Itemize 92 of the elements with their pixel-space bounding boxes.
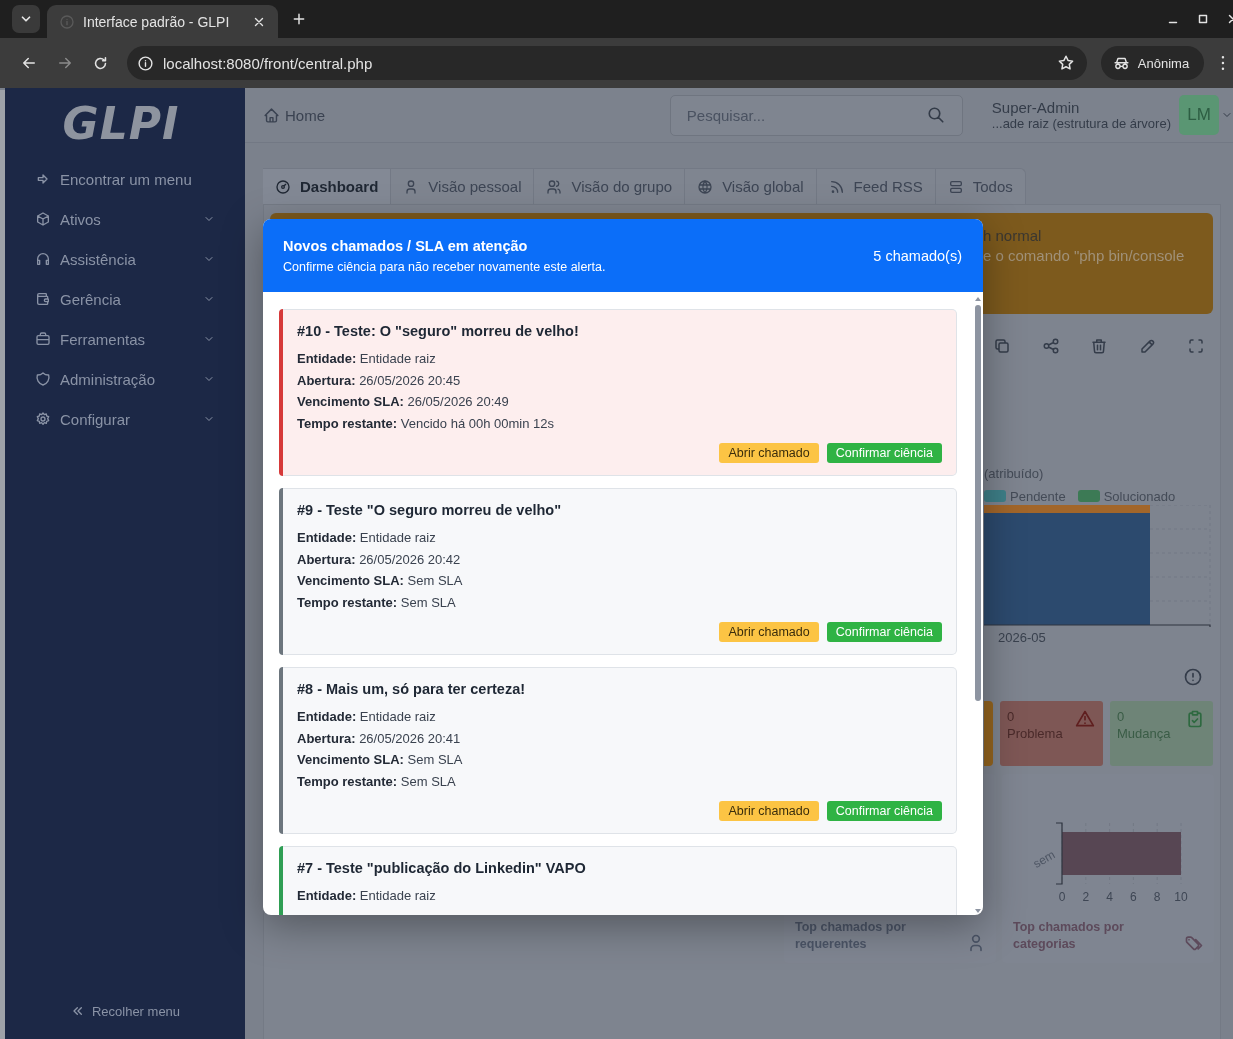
home-link[interactable]: Home: [263, 106, 325, 124]
trash-icon[interactable]: [1090, 337, 1108, 355]
menu-item[interactable]: Assistência: [5, 239, 245, 279]
legend-label: Pendente: [1010, 488, 1066, 504]
ticket-field: Entidade: Entidade raiz: [297, 527, 942, 549]
search-icon[interactable]: [926, 105, 945, 124]
alert-text: e o comando "php bin/console: [983, 247, 1185, 264]
chart-title: (atribuído): [984, 466, 1044, 481]
menu-item[interactable]: Ferramentas: [5, 319, 245, 359]
menu-item[interactable]: Ativos: [5, 199, 245, 239]
rss-icon: [828, 178, 845, 195]
tab-search-button[interactable]: [12, 5, 40, 33]
maximize-icon[interactable]: [1196, 12, 1210, 26]
ticket-title: #9 - Teste "O seguro morreu de velho": [297, 502, 563, 518]
open-ticket-button[interactable]: Abrir chamado: [719, 622, 819, 642]
collapse-menu-button[interactable]: Recolher menu: [5, 981, 245, 1039]
warning-icon: [1075, 709, 1095, 729]
reload-icon[interactable]: [92, 54, 109, 72]
profile-button[interactable]: Anônima: [1100, 46, 1205, 80]
menu-item[interactable]: Administração: [5, 359, 245, 399]
tab[interactable]: Todos: [935, 168, 1026, 204]
headset-icon: [35, 251, 51, 267]
rows-icon: [947, 178, 964, 195]
open-ticket-button[interactable]: Abrir chamado: [719, 801, 819, 821]
tick-label: 10: [1174, 890, 1188, 904]
tab[interactable]: Visão global: [685, 168, 817, 204]
confirm-button[interactable]: Confirmar ciência: [826, 443, 942, 463]
modal-subtitle: Confirme ciência para não receber novamente este alerta.: [283, 259, 607, 274]
legend-label: Solucionado: [1103, 488, 1176, 504]
ticket-field: Vencimento SLA: Sem SLA: [297, 749, 942, 771]
tick-label: 0: [1058, 890, 1066, 904]
users-icon: [546, 178, 563, 195]
menu-item[interactable]: Encontrar um menu: [5, 159, 245, 199]
tick-label: 2: [1082, 890, 1090, 904]
shield-icon: [35, 371, 51, 387]
ticket-field: Entidade: Entidade raiz: [297, 885, 942, 907]
alert-title: h normal: [983, 227, 1042, 244]
user-entity: ...ade raiz (estrutura de árvore): [991, 116, 1171, 131]
user-name: Super-Admin: [991, 99, 1081, 116]
gauge-icon: [275, 178, 291, 195]
tick-label: 8: [1153, 890, 1161, 904]
favicon-icon: [59, 13, 75, 30]
tab[interactable]: Feed RSS: [816, 168, 936, 204]
widget-title: Top chamados por categorias: [1013, 919, 1125, 953]
settings-icon: [35, 411, 51, 427]
ticket-field: Abertura: 26/05/2026 20:45: [297, 369, 942, 391]
ticket-title: #10 - Teste: O "seguro" morreu de velho!: [297, 323, 580, 339]
copy-icon[interactable]: [993, 337, 1011, 355]
tab[interactable]: Visão pessoal: [391, 168, 535, 204]
new-tab-icon[interactable]: [291, 11, 307, 27]
ticket-title: #7 - Teste "publicação do Linkedin" VAPO: [297, 860, 587, 876]
tab[interactable]: Dashboard: [263, 168, 392, 204]
y-axis: [1055, 822, 1063, 885]
scrollbar[interactable]: [974, 296, 982, 915]
info-icon[interactable]: [137, 54, 154, 72]
tick-label: 4: [1106, 890, 1113, 904]
edit-icon[interactable]: [1138, 337, 1157, 355]
ticket-field: Tempo restante: Sem SLA: [297, 770, 942, 792]
globe-icon: [697, 178, 714, 195]
clipboard-check-icon: [1185, 709, 1205, 729]
star-icon[interactable]: [1056, 54, 1075, 72]
ticket-field: Entidade: Entidade raiz: [297, 706, 942, 728]
address-field[interactable]: localhost:8080/front/central.php: [127, 46, 1087, 80]
ticket-field: Tempo restante: Sem SLA: [297, 591, 942, 613]
ticket-field: Abertura: 26/05/2026 20:41: [297, 727, 942, 749]
wallet-icon: [35, 291, 51, 307]
ticket-field: Entidade: Entidade raiz: [297, 348, 942, 370]
tick-label: 6: [1130, 890, 1137, 904]
counter-card: [984, 701, 993, 766]
ticket-field: Tempo restante: Vencido há 00h 00min 12s: [297, 412, 942, 434]
share-icon[interactable]: [1041, 337, 1060, 355]
home-icon: [263, 106, 280, 124]
confirm-button[interactable]: Confirmar ciência: [826, 622, 942, 642]
axis-label: 2026-05: [998, 630, 1046, 645]
ticket-title: #8 - Mais um, só para ter certeza!: [297, 681, 527, 697]
modal-title: Novos chamados / SLA em atenção: [283, 237, 529, 254]
fullscreen-icon[interactable]: [1187, 337, 1205, 355]
menu-item[interactable]: Configurar: [5, 399, 245, 439]
tags-icon: [1184, 933, 1204, 953]
ticket-field: Vencimento SLA: 26/05/2026 20:49: [297, 391, 942, 413]
briefcase-icon: [35, 331, 51, 347]
ticket-field: Vencimento SLA: Sem SLA: [297, 570, 942, 592]
tab[interactable]: Visão do grupo: [534, 168, 686, 204]
ticket-count: 5 chamado(s): [873, 247, 962, 264]
box-icon: [35, 211, 51, 227]
confirm-button[interactable]: Confirmar ciência: [826, 801, 942, 821]
ticket-field: Abertura: 26/05/2026 20:42: [297, 548, 942, 570]
menu-item[interactable]: Gerência: [5, 279, 245, 319]
browser-tab[interactable]: Interface padrão - GLPI: [47, 5, 278, 38]
alert-icon: [1183, 667, 1203, 687]
open-ticket-button[interactable]: Abrir chamado: [719, 443, 819, 463]
app-logo[interactable]: GLPI: [62, 98, 188, 149]
